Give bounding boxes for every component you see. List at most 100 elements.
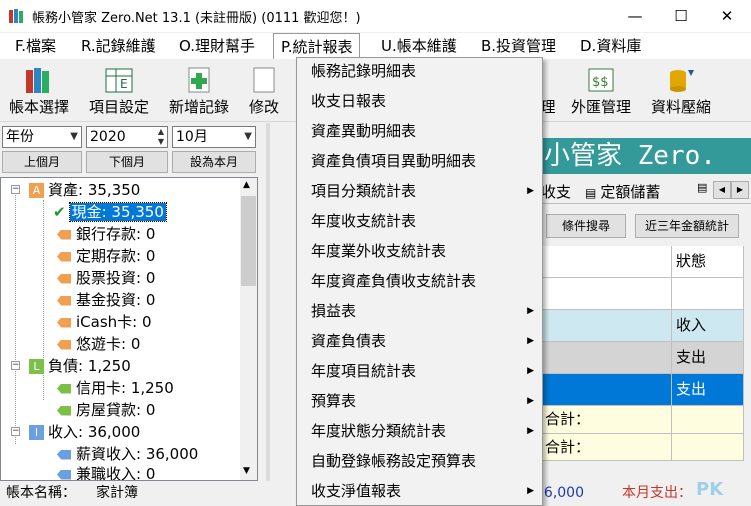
tree-node-easycard[interactable]: 悠遊卡: 0 <box>57 334 140 354</box>
menu-profit-loss[interactable]: 損益表 ▶ <box>305 299 542 323</box>
splitter[interactable] <box>266 123 270 481</box>
tree-node-fund[interactable]: 基金投資: 0 <box>57 290 155 310</box>
grid-cell[interactable] <box>541 310 672 342</box>
period-type-select[interactable]: 年份 ▼ <box>2 126 82 148</box>
menu-label: 年度狀態分類統計表 <box>311 422 447 440</box>
tree-node-salary[interactable]: 薪資收入: 36,000 <box>57 444 198 464</box>
prev-month-button[interactable]: 上個月 <box>2 151 82 173</box>
menu-bar: F.檔案 R.記錄維護 O.理財幫手 P.統計報表 U.帳本維護 B.投資管理 … <box>0 33 751 59</box>
tab-next-button[interactable]: ▶ <box>731 181 749 199</box>
tree-node-deposit[interactable]: 定期存款: 0 <box>57 246 155 266</box>
menu-net-worth[interactable]: 收支淨值報表 ▶ <box>305 479 542 503</box>
tab-fixed-savings-label: 定額儲蓄 <box>600 183 661 201</box>
add-record-button[interactable]: 新增記錄 <box>164 64 234 120</box>
collapse-icon[interactable]: − <box>11 185 20 194</box>
submenu-arrow-icon: ▶ <box>527 186 534 196</box>
tree-node-parttime[interactable]: 兼職收入: 0 <box>57 464 155 480</box>
submenu-arrow-icon: ▶ <box>527 306 534 316</box>
maximize-button[interactable]: ☐ <box>658 0 704 32</box>
ledger-select-button[interactable]: 帳本選擇 <box>4 64 74 120</box>
edit-icon <box>249 66 279 94</box>
app-books-icon[interactable] <box>8 8 24 24</box>
menu-database[interactable]: D.資料庫 <box>573 33 648 59</box>
spin-arrows-icon[interactable]: ▲ ▼ <box>158 127 164 147</box>
menu-label: 年度收支統計表 <box>311 212 417 230</box>
grid-cell-status[interactable]: 支出 <box>672 342 744 374</box>
tree-node-label: iCash卡: 0 <box>76 313 152 331</box>
compress-button[interactable]: 資料壓縮 <box>646 64 716 120</box>
menu-asset-change[interactable]: 資產異動明細表 <box>305 119 542 143</box>
scroll-thumb[interactable] <box>241 196 256 286</box>
grid-cell-status-selected[interactable]: 支出 <box>672 374 744 406</box>
grid-cell[interactable] <box>541 278 672 310</box>
tree-node-mortgage[interactable]: 房屋貸款: 0 <box>57 400 155 420</box>
grid-cell-selected[interactable] <box>541 374 672 406</box>
menu-finance-helper[interactable]: O.理財幫手 <box>172 33 262 59</box>
condition-search-button[interactable]: 條件搜尋 <box>546 214 626 238</box>
grid-header-status: 狀態 <box>672 246 744 278</box>
menu-investment[interactable]: B.投資管理 <box>474 33 563 59</box>
modify-label: 修改 <box>248 98 279 116</box>
menu-annual-item[interactable]: 年度項目統計表 ▶ <box>305 359 542 383</box>
menu-balance-item-change[interactable]: 資產負債項目異動明細表 <box>305 149 542 173</box>
menu-record[interactable]: R.記錄維護 <box>74 33 163 59</box>
tree-node-cash[interactable]: ✔ 現金: 35,350 <box>53 202 167 222</box>
menu-balance-sheet[interactable]: 資產負債表 ▶ <box>305 329 542 353</box>
menu-item-category[interactable]: 項目分類統計表 ▶ <box>305 179 542 203</box>
forex-button[interactable]: $$ 外匯管理 <box>566 64 636 120</box>
modify-button[interactable]: 修改 <box>244 64 284 120</box>
menu-record-detail[interactable]: 帳務記錄明細表 <box>305 59 542 83</box>
books-icon <box>24 66 54 94</box>
chevron-down-icon: ▼ <box>70 131 78 142</box>
this-month-button[interactable]: 設為本月 <box>172 151 256 173</box>
tree-node-assets[interactable]: A 資產: 35,350 <box>29 180 140 200</box>
tree-node-bank[interactable]: 銀行存款: 0 <box>57 224 155 244</box>
menu-budget[interactable]: 預算表 ▶ <box>305 389 542 413</box>
collapse-icon[interactable]: − <box>11 427 20 436</box>
menu-label: 資產負債項目異動明細表 <box>311 152 477 170</box>
month-select[interactable]: 10月 ▼ <box>172 126 256 148</box>
next-month-button[interactable]: 下個月 <box>86 151 168 173</box>
compress-label: 資料壓縮 <box>650 98 711 116</box>
three-year-stats-button[interactable]: 近三年金額統計 <box>635 214 739 238</box>
tree-node-label: 定期存款: 0 <box>76 247 156 265</box>
grid-cell-status[interactable]: 收入 <box>672 310 744 342</box>
menu-annual-income-expense[interactable]: 年度收支統計表 <box>305 209 542 233</box>
scroll-up-icon[interactable]: ▲ <box>243 180 250 190</box>
menu-annual-balance[interactable]: 年度資產負債收支統計表 <box>305 269 542 293</box>
ledger-name-label: 帳本名稱： <box>6 485 76 501</box>
tree-node-label: 銀行存款: 0 <box>76 225 156 243</box>
database-compress-icon <box>666 66 696 94</box>
tree-line <box>15 190 16 444</box>
calendar-icon: ▤ <box>585 186 597 200</box>
tree-node-income[interactable]: I 收入: 36,000 <box>29 422 140 442</box>
menu-auto-budget[interactable]: 自動登錄帳務設定預算表 <box>305 449 542 473</box>
tab-fixed-savings[interactable]: ▤ 定額儲蓄 <box>585 181 660 202</box>
tree-node-liabilities[interactable]: L 負債: 1,250 <box>29 356 131 376</box>
grid-cell[interactable] <box>541 342 672 374</box>
close-button[interactable]: ✕ <box>704 0 750 32</box>
income-badge-icon: I <box>29 425 44 440</box>
tab-income-expense[interactable]: 收支 <box>541 181 571 202</box>
tree-node-icash[interactable]: iCash卡: 0 <box>57 312 152 332</box>
grid-scrollbar[interactable] <box>744 246 751 461</box>
menu-label: 年度資產負債收支統計表 <box>311 272 477 290</box>
tree-scrollbar[interactable]: ▲ ▼ <box>240 178 257 480</box>
tree-node-label: 房屋貸款: 0 <box>76 401 156 419</box>
menu-ledger[interactable]: U.帳本維護 <box>374 33 464 59</box>
menu-annual-status[interactable]: 年度狀態分類統計表 ▶ <box>305 419 542 443</box>
grid-cell-status[interactable] <box>672 278 744 310</box>
menu-reports[interactable]: P.統計報表 <box>273 33 361 59</box>
tab-prev-button[interactable]: ◀ <box>713 181 731 199</box>
scroll-down-icon[interactable]: ▼ <box>243 466 250 476</box>
menu-annual-nonop[interactable]: 年度業外收支統計表 <box>305 239 542 263</box>
tree-node-stock[interactable]: 股票投資: 0 <box>57 268 155 288</box>
year-stepper[interactable]: 2020 ▲ ▼ <box>86 126 168 148</box>
liability-badge-icon: L <box>29 359 44 374</box>
item-settings-button[interactable]: E 項目設定 <box>84 64 154 120</box>
collapse-icon[interactable]: − <box>11 361 20 370</box>
menu-daily-report[interactable]: 收支日報表 <box>305 89 542 113</box>
tree-node-credit-card[interactable]: 信用卡: 1,250 <box>57 378 174 398</box>
menu-file[interactable]: F.檔案 <box>8 33 63 59</box>
minimize-button[interactable]: — <box>612 0 658 32</box>
